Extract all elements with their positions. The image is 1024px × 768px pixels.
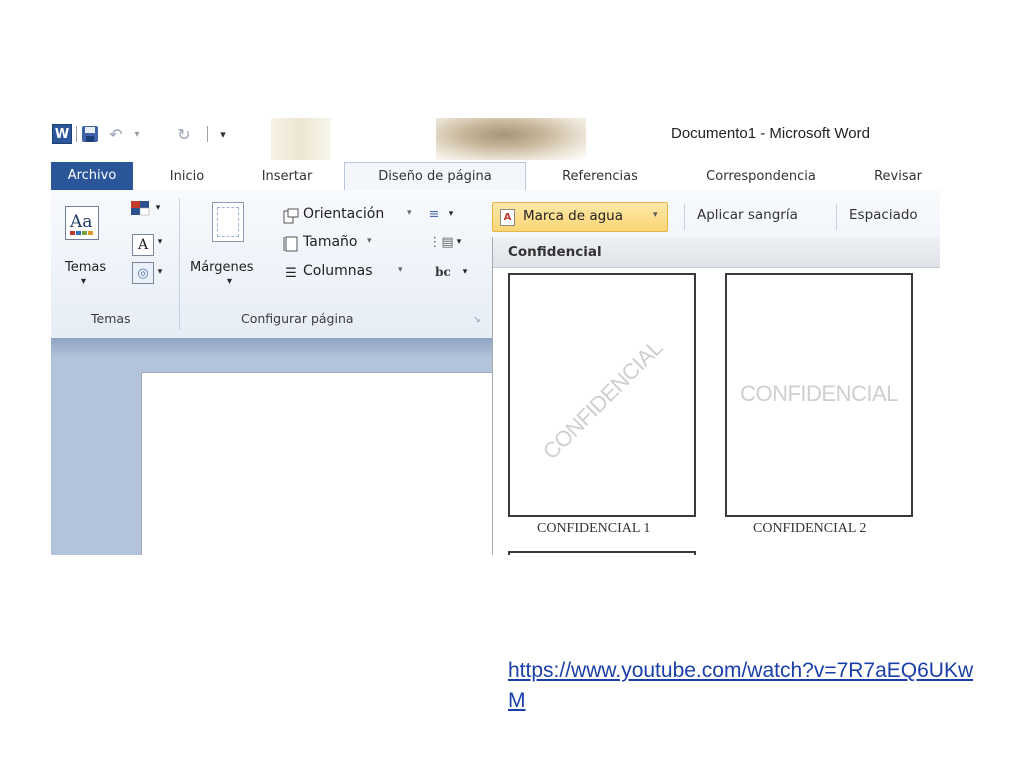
watermark-preview-text: CONFIDENCIAL <box>740 381 898 406</box>
chevron-down-icon[interactable]: ▾ <box>457 264 473 280</box>
document-area <box>51 338 494 555</box>
temas-button-label[interactable]: Temas <box>65 260 106 275</box>
ribbon-tabs: Archivo Inicio Insertar Diseño de página… <box>51 160 940 191</box>
undo-dropdown-icon[interactable]: ▾ <box>131 124 143 144</box>
orientation-icon[interactable] <box>283 208 299 224</box>
group-label-configurar-pagina: Configurar página <box>241 311 354 326</box>
tab-revisar[interactable]: Revisar <box>863 164 933 190</box>
tab-archivo[interactable]: Archivo <box>51 162 133 190</box>
group-label-temas: Temas <box>91 311 131 326</box>
title-bar: W ↶ ▾ ↻ ▾ Documento1 - Microsoft Word <box>51 118 940 160</box>
margins-icon[interactable] <box>212 202 244 242</box>
chevron-down-icon[interactable]: ▾ <box>443 206 459 222</box>
watermark-option-label[interactable]: CONFIDENCIAL 2 <box>753 521 866 537</box>
qat-separator <box>76 126 77 142</box>
chevron-down-icon[interactable]: ▾ <box>398 265 403 275</box>
watermark-option-partial[interactable] <box>508 551 696 555</box>
watermark-gallery: Confidencial CONFIDENCIAL CONFIDENCIAL C… <box>492 237 940 555</box>
word-logo-icon[interactable]: W <box>52 124 72 144</box>
columns-icon[interactable]: ☰ <box>283 265 299 281</box>
chevron-down-icon: ▾ <box>653 210 658 220</box>
marca-de-agua-button[interactable]: A Marca de agua ▾ <box>492 202 668 232</box>
customize-qat-icon[interactable]: ▾ <box>217 124 229 144</box>
theme-effects-icon[interactable]: ◎ <box>132 262 154 284</box>
tamano-button-label[interactable]: Tamaño <box>303 234 357 250</box>
theme-fonts-icon[interactable]: A <box>132 234 154 256</box>
watermark-option-label[interactable]: CONFIDENCIAL 1 <box>537 521 650 537</box>
chevron-down-icon[interactable]: ▾ <box>407 208 412 218</box>
window-title: Documento1 - Microsoft Word <box>671 125 870 142</box>
tab-diseno-de-pagina[interactable]: Diseño de página <box>344 162 526 191</box>
svg-text:Aa: Aa <box>69 212 92 232</box>
tab-inicio[interactable]: Inicio <box>157 164 217 190</box>
tab-correspondencia[interactable]: Correspondencia <box>681 164 841 190</box>
ribbon-separator <box>684 204 685 230</box>
chevron-down-icon[interactable]: ▾ <box>451 234 467 250</box>
hyphenation-icon[interactable]: bc <box>431 264 455 280</box>
aplicar-sangria-label[interactable]: Aplicar sangría <box>697 207 798 223</box>
ribbon-separator <box>836 204 837 230</box>
qat-separator <box>207 126 208 142</box>
espaciado-label[interactable]: Espaciado <box>849 207 918 223</box>
redo-icon[interactable]: ↻ <box>175 124 193 144</box>
chevron-down-icon[interactable]: ▾ <box>227 276 232 287</box>
watermark-preview-text: CONFIDENCIAL <box>537 335 668 465</box>
theme-colors-icon[interactable] <box>130 200 150 216</box>
orientacion-button-label[interactable]: Orientación <box>303 206 384 222</box>
save-icon[interactable] <box>81 124 99 144</box>
dialog-launcher-icon[interactable]: ↘ <box>469 312 485 328</box>
watermark-option-confidencial-1[interactable]: CONFIDENCIAL <box>508 273 696 517</box>
margenes-button-label[interactable]: Márgenes <box>190 260 254 275</box>
gallery-section-header: Confidencial <box>493 237 940 268</box>
columnas-button-label[interactable]: Columnas <box>303 263 373 279</box>
background-blur <box>436 118 586 160</box>
word-screenshot: W ↶ ▾ ↻ ▾ Documento1 - Microsoft Word Ar… <box>51 118 940 555</box>
chevron-down-icon[interactable]: ▾ <box>152 234 168 250</box>
document-page[interactable] <box>141 372 494 555</box>
size-icon[interactable] <box>283 236 299 252</box>
watermark-icon: A <box>500 209 515 226</box>
chevron-down-icon[interactable]: ▾ <box>150 200 166 216</box>
chevron-down-icon[interactable]: ▾ <box>152 264 168 280</box>
watermark-option-confidencial-2[interactable]: CONFIDENCIAL <box>725 273 913 517</box>
line-numbers-icon[interactable]: ⋮▤ <box>428 234 453 250</box>
chevron-down-icon[interactable]: ▾ <box>81 276 86 287</box>
gallery-section-title: Confidencial <box>508 244 602 260</box>
marca-de-agua-label: Marca de agua <box>523 208 623 224</box>
group-separator <box>179 198 180 330</box>
background-blur <box>271 118 331 160</box>
breaks-icon[interactable]: ≡ <box>423 206 445 222</box>
tab-insertar[interactable]: Insertar <box>247 164 327 190</box>
undo-icon[interactable]: ↶ <box>107 124 125 144</box>
youtube-link[interactable]: https://www.youtube.com/watch?v=7R7aEQ6U… <box>508 656 988 716</box>
tab-referencias[interactable]: Referencias <box>542 164 658 190</box>
temas-icon[interactable]: Aa <box>65 206 99 240</box>
chevron-down-icon[interactable]: ▾ <box>367 236 372 246</box>
